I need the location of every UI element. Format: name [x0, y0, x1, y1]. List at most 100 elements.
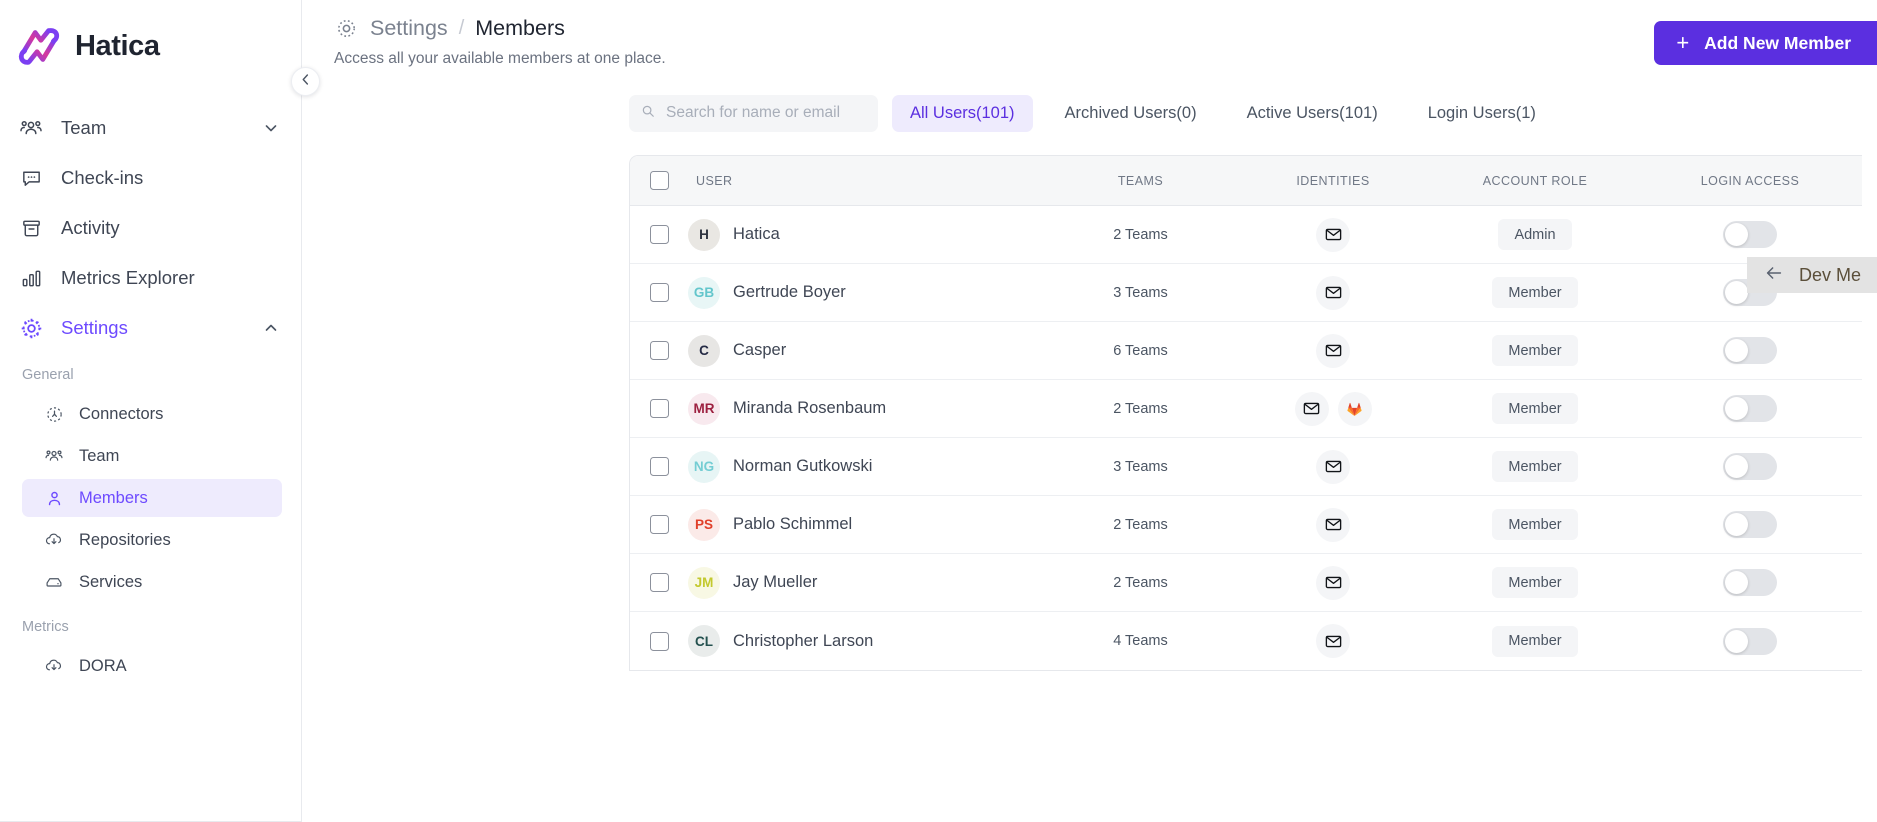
- teams-count: 3 Teams: [1113, 284, 1168, 301]
- email-icon[interactable]: [1316, 275, 1350, 310]
- row-checkbox[interactable]: [649, 457, 669, 476]
- toggle-knob: [1725, 281, 1748, 304]
- email-icon[interactable]: [1316, 624, 1350, 658]
- account-role-cell: Member: [1433, 451, 1637, 482]
- table-body: H Hatica 2 Teams Admin GB Gertrude Boyer 3 Tea…: [630, 206, 1862, 670]
- nav-item-team[interactable]: Team: [0, 103, 301, 153]
- row-checkbox[interactable]: [649, 341, 669, 360]
- nav-item-settings[interactable]: Settings: [0, 303, 301, 353]
- identities-cell: [1233, 391, 1433, 426]
- sidebar-item-label: Members: [79, 488, 148, 507]
- add-new-member-button[interactable]: + Add New Member: [1654, 21, 1877, 65]
- login-access-toggle[interactable]: [1723, 627, 1777, 655]
- table-row[interactable]: CL Christopher Larson 4 Teams Member: [630, 612, 1862, 670]
- sidebar-item-label: Connectors: [79, 404, 164, 423]
- avatar: C: [688, 334, 720, 367]
- login-access-toggle[interactable]: [1723, 511, 1777, 538]
- teams-count: 6 Teams: [1113, 342, 1168, 359]
- toggle-knob: [1725, 629, 1748, 653]
- email-icon[interactable]: [1316, 217, 1350, 252]
- avatar: PS: [688, 508, 720, 541]
- identities-cell: [1233, 507, 1433, 542]
- sidebar-item-team[interactable]: Team: [22, 437, 282, 475]
- tab-archived-users[interactable]: Archived Users(0): [1047, 95, 1215, 132]
- row-checkbox[interactable]: [649, 225, 669, 244]
- table-row[interactable]: NG Norman Gutkowski 3 Teams Member: [630, 438, 1862, 496]
- page-title: Members: [475, 16, 565, 40]
- row-checkbox[interactable]: [649, 399, 669, 418]
- arrow-left-icon[interactable]: [1763, 262, 1785, 289]
- brand[interactable]: Hatica: [0, 0, 301, 74]
- row-checkbox[interactable]: [649, 283, 669, 302]
- nav-item-check-ins[interactable]: Check-ins: [0, 153, 301, 203]
- table-row[interactable]: H Hatica 2 Teams Admin: [630, 206, 1862, 264]
- row-select-cell: [630, 225, 688, 244]
- email-icon[interactable]: [1316, 565, 1350, 600]
- gear-icon: [18, 315, 44, 341]
- user-cell: C Casper: [688, 334, 1048, 367]
- identities-cell: [1233, 449, 1433, 484]
- nav-item-metrics-explorer[interactable]: Metrics Explorer: [0, 253, 301, 303]
- teams-count: 2 Teams: [1113, 400, 1168, 417]
- table-row[interactable]: PS Pablo Schimmel 2 Teams Member: [630, 496, 1862, 554]
- tab-all-users[interactable]: All Users(101): [892, 94, 1033, 132]
- login-access-cell: [1637, 221, 1862, 248]
- table-row[interactable]: GB Gertrude Boyer 3 Teams Member: [630, 264, 1862, 322]
- email-icon[interactable]: [1316, 507, 1350, 542]
- sidebar-item-connectors[interactable]: Connectors: [22, 395, 282, 433]
- toggle-knob: [1725, 571, 1748, 594]
- login-access-toggle[interactable]: [1723, 453, 1777, 480]
- plus-icon: +: [1676, 30, 1690, 55]
- sidebar-item-dora[interactable]: DORA: [22, 647, 282, 685]
- user-cell: GB Gertrude Boyer: [688, 276, 1048, 309]
- teams-count: 2 Teams: [1113, 516, 1168, 533]
- login-access-toggle[interactable]: [1723, 395, 1777, 422]
- archive-icon: [18, 215, 44, 241]
- row-checkbox[interactable]: [649, 515, 669, 534]
- login-access-toggle[interactable]: [1723, 337, 1777, 364]
- cloud-download-icon: [44, 656, 64, 676]
- breadcrumb-settings[interactable]: Settings: [370, 16, 448, 41]
- teams-cell: 2 Teams: [1048, 517, 1233, 533]
- row-checkbox[interactable]: [649, 573, 669, 592]
- select-all-cell: [630, 171, 688, 190]
- select-all-checkbox[interactable]: [649, 171, 669, 190]
- login-access-toggle[interactable]: [1723, 221, 1777, 248]
- role-badge: Member: [1492, 451, 1578, 482]
- email-icon[interactable]: [1294, 391, 1329, 426]
- login-access-toggle[interactable]: [1723, 569, 1777, 596]
- nav-item-label: Team: [61, 117, 107, 138]
- gitlab-icon[interactable]: [1337, 391, 1372, 426]
- dev-mode-panel[interactable]: Dev Me: [1746, 257, 1877, 293]
- column-header-login-access: LOGIN ACCESS: [1700, 173, 1800, 188]
- search-input[interactable]: [664, 103, 866, 123]
- column-header-account-role: ACCOUNT ROLE: [1482, 173, 1588, 188]
- table-row[interactable]: C Casper 6 Teams Member: [630, 322, 1862, 380]
- nav-item-label: Settings: [61, 317, 128, 338]
- account-role-cell: Member: [1433, 509, 1637, 540]
- email-icon[interactable]: [1316, 333, 1350, 368]
- sidebar-collapse-button[interactable]: [291, 67, 320, 96]
- tab-active-users[interactable]: Active Users(101): [1229, 95, 1396, 132]
- main-content: Settings / Members Access all your avail…: [302, 0, 1877, 822]
- row-checkbox[interactable]: [649, 631, 669, 651]
- sidebar-item-services[interactable]: Services: [22, 563, 282, 601]
- nav-item-activity[interactable]: Activity: [0, 203, 301, 253]
- server-icon: [44, 572, 64, 592]
- email-icon[interactable]: [1316, 449, 1350, 484]
- table-row[interactable]: JM Jay Mueller 2 Teams Member: [630, 554, 1862, 612]
- search-box[interactable]: [629, 94, 878, 132]
- sidebar-item-members[interactable]: Members: [22, 479, 282, 517]
- user-cell: MR Miranda Rosenbaum: [688, 392, 1048, 425]
- row-select-cell: [630, 631, 688, 651]
- user-name: Gertrude Boyer: [733, 283, 846, 301]
- sidebar-item-repositories[interactable]: Repositories: [22, 521, 282, 559]
- user-name: Christopher Larson: [733, 631, 874, 650]
- tab-login-users[interactable]: Login Users(1): [1410, 95, 1554, 132]
- table-row[interactable]: MR Miranda Rosenbaum 2 Teams Member: [630, 380, 1862, 438]
- user-cell: CL Christopher Larson: [688, 625, 1048, 657]
- chevron-down-icon: [263, 120, 279, 136]
- sidebar-item-label: Services: [79, 572, 143, 591]
- avatar: H: [688, 218, 720, 251]
- login-access-cell: [1637, 511, 1862, 538]
